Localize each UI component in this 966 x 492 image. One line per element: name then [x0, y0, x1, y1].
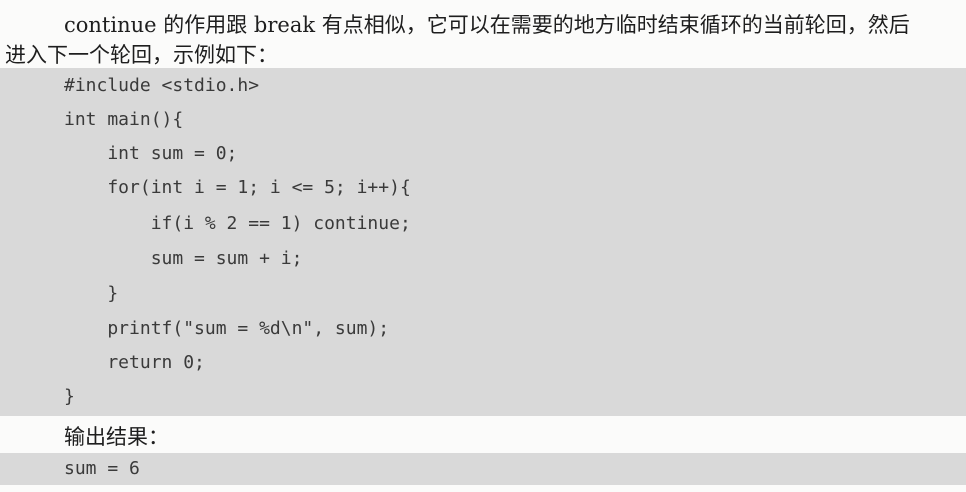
output-label: 输出结果： — [64, 425, 169, 449]
code-line: if(i % 2 == 1) continue; — [64, 213, 411, 234]
intro-line-1: continue 的作用跟 break 有点相似，它可以在需要的地方临时结束循环… — [64, 13, 910, 37]
code-line: } — [64, 283, 119, 304]
output-text: sum = 6 — [64, 458, 140, 479]
output-block: sum = 6 — [0, 453, 966, 485]
code-block: #include <stdio.h> int main(){ int sum =… — [0, 68, 966, 416]
code-line: } — [64, 386, 75, 407]
code-line: printf("sum = %d\n", sum); — [64, 318, 390, 339]
code-line: int main(){ — [64, 109, 184, 130]
intro-line-2: 进入下一个轮回，示例如下： — [5, 43, 278, 67]
code-line: sum = sum + i; — [64, 248, 303, 269]
code-line: #include <stdio.h> — [64, 75, 260, 96]
code-line: int sum = 0; — [64, 143, 238, 164]
code-line: return 0; — [64, 352, 205, 373]
code-line: for(int i = 1; i <= 5; i++){ — [64, 177, 411, 198]
